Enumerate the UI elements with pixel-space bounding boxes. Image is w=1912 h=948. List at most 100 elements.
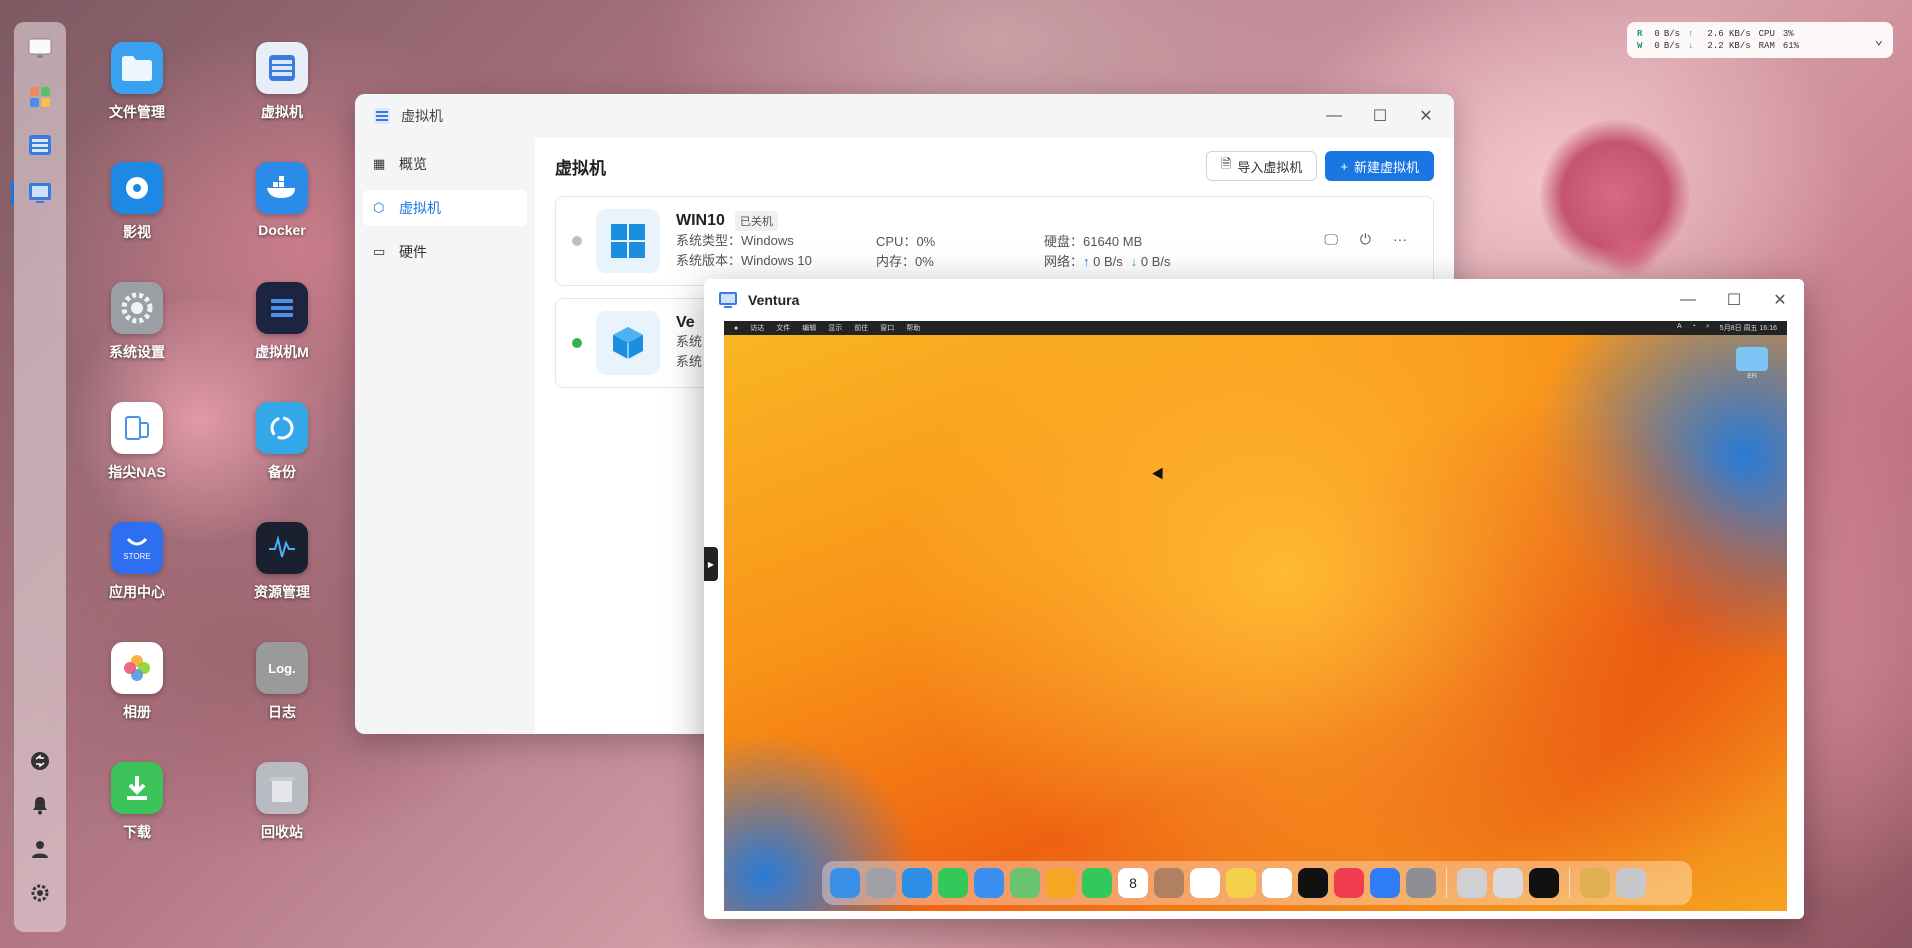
menu-go[interactable]: 前往 <box>854 323 868 333</box>
maximize-button[interactable]: ☐ <box>1724 290 1744 310</box>
launchpad-icon[interactable] <box>866 868 896 898</box>
upload-arrow-icon: ↑ <box>1688 29 1694 39</box>
wifi-icon[interactable]: ◔ <box>1692 323 1696 333</box>
user-icon[interactable] <box>25 834 55 864</box>
desktop-icon-nas[interactable]: 指尖NAS <box>82 402 192 482</box>
menu-edit[interactable]: 编辑 <box>802 323 816 333</box>
vm-window-title: 虚拟机 <box>401 108 443 124</box>
freeform-icon[interactable] <box>1262 868 1292 898</box>
new-vm-button[interactable]: + 新建虚拟机 <box>1325 151 1434 181</box>
folder-icon <box>111 42 163 94</box>
minimize-button[interactable]: — <box>1324 107 1344 125</box>
cpu-value: 3% <box>1782 29 1794 39</box>
system-status-widget[interactable]: RW 00 B/s B/s ↑ ↓ 2.6 KB/s 2.2 KB/s CPU RAM … <box>1627 22 1893 58</box>
sync-icon[interactable] <box>25 746 55 776</box>
monitor-dock-icon[interactable] <box>25 34 55 64</box>
desktop-icon-monitor[interactable]: 资源管理 <box>227 522 337 602</box>
photos-icon[interactable] <box>1046 868 1076 898</box>
ventura-app-icon <box>719 292 737 308</box>
menu-file[interactable]: 文件 <box>776 323 790 333</box>
desktop-icon-docker[interactable]: Docker <box>227 162 337 238</box>
desktop-icon-trash[interactable]: 回收站 <box>227 762 337 842</box>
menu-window[interactable]: 窗口 <box>880 323 894 333</box>
apps-grid-dock-icon[interactable] <box>25 82 55 112</box>
menubar-clock[interactable]: 5月8日 周五 16:16 <box>1720 323 1777 333</box>
maximize-button[interactable]: ☐ <box>1370 106 1390 126</box>
search-icon[interactable]: ⌕ <box>1706 323 1710 333</box>
sidebar-item-vms[interactable]: ⬡ 虚拟机 <box>363 190 527 226</box>
vm-dock-icon[interactable] <box>25 130 55 160</box>
store-icon: STORE <box>111 522 163 574</box>
desktop-icon-film[interactable]: 影视 <box>82 162 192 242</box>
desktop-icon-download[interactable]: 下载 <box>82 762 192 842</box>
apple-tv-icon[interactable] <box>1298 868 1328 898</box>
mail-icon[interactable] <box>974 868 1004 898</box>
import-vm-button[interactable]: 🗎 导入虚拟机 <box>1205 151 1318 181</box>
terminal-icon[interactable] <box>1529 868 1559 898</box>
desktop-icon-gear[interactable]: 系统设置 <box>82 282 192 362</box>
reminders-icon[interactable] <box>1190 868 1220 898</box>
calendar-icon[interactable]: 8 <box>1118 868 1148 898</box>
wallpaper-flower-large <box>1540 120 1690 270</box>
vm-disk-label: 硬盘： <box>1044 234 1084 249</box>
contacts-icon[interactable] <box>1154 868 1184 898</box>
vm-window-titlebar[interactable]: 虚拟机 — ☐ ✕ <box>355 94 1454 138</box>
desktop-icon-vm[interactable]: 虚拟机 <box>227 42 337 122</box>
chevron-down-icon[interactable]: ⌄ <box>1875 32 1883 49</box>
sidebar-item-overview[interactable]: ▦ 概览 <box>363 146 527 182</box>
vm-type-label: 系统类型： <box>676 233 742 248</box>
net-up-arrow-icon: ↑ <box>1083 254 1094 269</box>
facetime-icon[interactable] <box>1082 868 1112 898</box>
desktop-icon-photos[interactable]: 相册 <box>82 642 192 722</box>
close-button[interactable]: ✕ <box>1770 290 1790 310</box>
new-vm-label: 新建虚拟机 <box>1353 159 1419 175</box>
vm-icon <box>256 42 308 94</box>
maps-icon[interactable] <box>1010 868 1040 898</box>
music-icon[interactable] <box>1334 868 1364 898</box>
macos-screen[interactable]: ● 访达 文件 编辑 显示 前往 窗口 帮助 A ◔ ⌕ 5月8日 周五 16:… <box>724 321 1787 911</box>
finder-icon[interactable] <box>830 868 860 898</box>
trash-icon[interactable] <box>1616 868 1646 898</box>
log-icon: Log. <box>256 642 308 694</box>
notes-icon[interactable] <box>1226 868 1256 898</box>
safari-icon[interactable] <box>902 868 932 898</box>
side-panel-toggle[interactable]: ▶ <box>704 547 718 581</box>
apple-logo-icon[interactable]: ● <box>734 325 738 332</box>
desktop-icon-folder[interactable]: 文件管理 <box>82 42 192 122</box>
bell-icon[interactable] <box>25 790 55 820</box>
vm-card-win10[interactable]: WIN10 已关机 系统类型：Windows 系统版本：Windows 10 CP… <box>555 196 1434 286</box>
more-options-icon[interactable]: ··· <box>1393 231 1407 248</box>
settings-gear-icon[interactable] <box>25 878 55 908</box>
preview-icon[interactable] <box>1457 868 1487 898</box>
close-button[interactable]: ✕ <box>1416 106 1436 126</box>
input-method-icon[interactable]: A <box>1677 323 1682 333</box>
desktop-icon-log[interactable]: Log. 日志 <box>227 642 337 722</box>
vm-type-value: Windows <box>741 233 794 248</box>
disk-utility-icon[interactable] <box>1493 868 1523 898</box>
sidebar-item-hardware[interactable]: ▭ 硬件 <box>363 234 527 270</box>
desktop-icon-backup[interactable]: 备份 <box>227 402 337 482</box>
desktop-icon-label: Docker <box>258 222 306 238</box>
macos-wallpaper[interactable]: EFI 8 <box>724 335 1787 911</box>
docker-icon <box>256 162 308 214</box>
archive-icon[interactable] <box>1580 868 1610 898</box>
app-store-icon[interactable] <box>1370 868 1400 898</box>
system-settings-icon[interactable] <box>1406 868 1436 898</box>
desktop-icon-vm-m[interactable]: 虚拟机M <box>227 282 337 362</box>
desktop-disk-icon[interactable]: EFI <box>1735 347 1769 380</box>
messages-icon[interactable] <box>938 868 968 898</box>
minimize-button[interactable]: — <box>1678 291 1698 309</box>
sidebar-item-label: 硬件 <box>399 244 427 260</box>
menu-view[interactable]: 显示 <box>828 323 842 333</box>
power-icon[interactable]: ⏻ <box>1360 231 1371 248</box>
desktop-icon-label: 系统设置 <box>109 344 165 360</box>
console-monitor-icon[interactable]: 🖵 <box>1324 231 1338 248</box>
menu-finder[interactable]: 访达 <box>750 323 764 333</box>
desktop-icon-label: 虚拟机M <box>255 344 309 360</box>
ventura-titlebar[interactable]: Ventura — ☐ ✕ <box>704 279 1804 321</box>
ventura-dock-icon[interactable] <box>11 178 55 208</box>
backup-icon <box>256 402 308 454</box>
menu-help[interactable]: 帮助 <box>906 323 920 333</box>
desktop-icon-store[interactable]: STORE 应用中心 <box>82 522 192 602</box>
desktop-icon-label: 虚拟机 <box>261 104 303 120</box>
